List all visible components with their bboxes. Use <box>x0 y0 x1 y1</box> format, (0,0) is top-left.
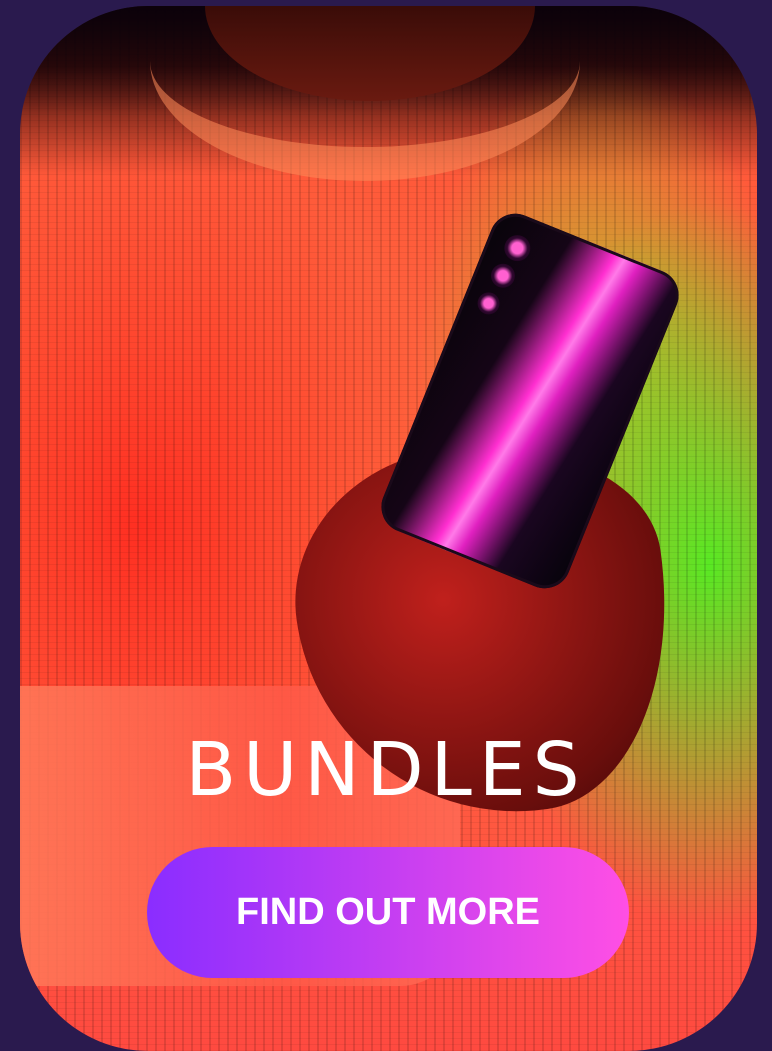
find-out-more-button[interactable]: FIND OUT MORE <box>147 847 629 978</box>
camera-lens-icon <box>487 260 519 292</box>
page: BUNDLES FIND OUT MORE <box>0 0 772 1051</box>
card-title: BUNDLES <box>185 727 587 813</box>
camera-lens-icon <box>500 231 535 266</box>
camera-lens-icon <box>474 289 503 318</box>
find-out-more-label: FIND OUT MORE <box>236 891 540 933</box>
